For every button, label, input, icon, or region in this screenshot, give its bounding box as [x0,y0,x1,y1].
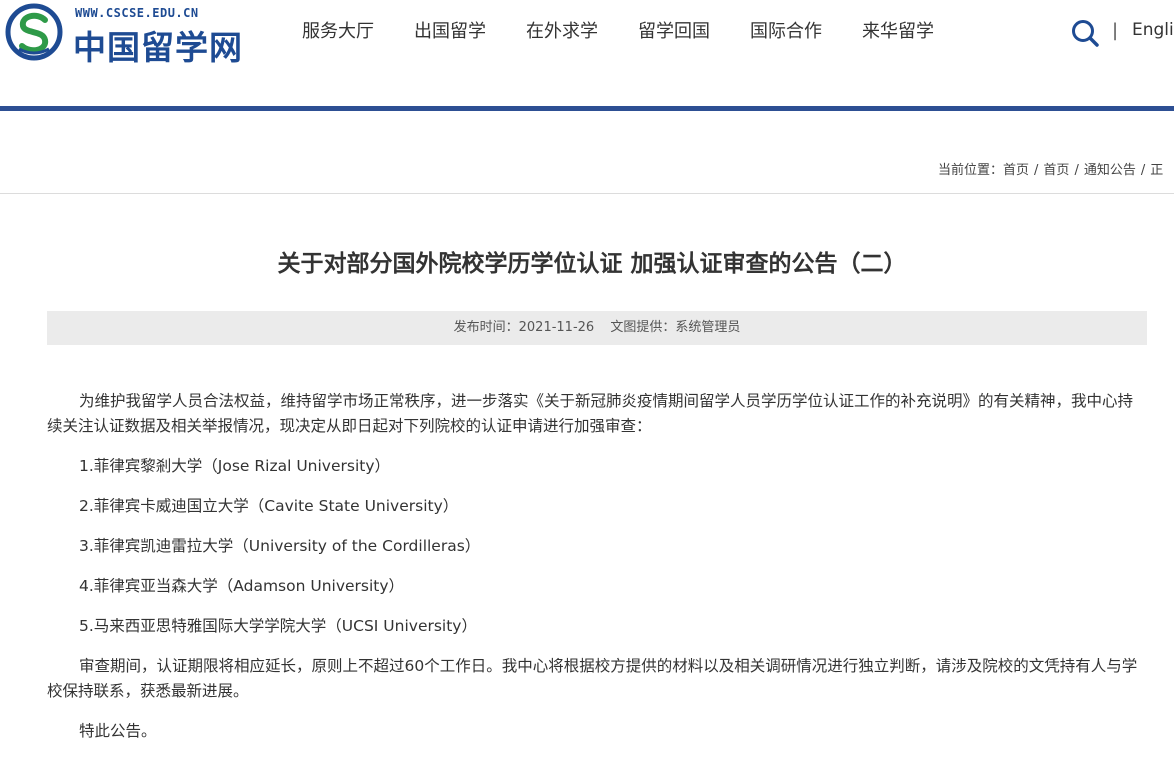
nav-item-return-home[interactable]: 留学回国 [638,19,710,45]
header-divider: | [1112,20,1119,41]
breadcrumb-item-current[interactable]: 正 [1150,163,1163,178]
breadcrumb-area: 当前位置：首页 / 首页 / 通知公告 / 正 [0,111,1174,194]
school-list-item: 2.菲律宾卡威迪国立大学（Cavite State University） [79,497,459,515]
school-list-item: 4.菲律宾亚当森大学（Adamson University） [79,577,405,595]
nav-item-studying-overseas[interactable]: 在外求学 [526,19,598,45]
provider-name: 系统管理员 [675,320,741,335]
cscse-emblem-icon [5,3,63,61]
logo-url-text: WWW.CSCSE.EDU.CN [75,6,199,20]
article-meta-bar: 发布时间：2021-11-26 文图提供：系统管理员 [47,311,1147,345]
provider-info: 文图提供：系统管理员 [610,320,740,335]
publish-date: 2021-11-26 [518,320,595,335]
breadcrumb: 当前位置：首页 / 首页 / 通知公告 / 正 [938,159,1163,178]
school-list-item: 3.菲律宾凯迪雷拉大学（University of the Cordillera… [79,537,481,555]
article-review-paragraph: 审查期间，认证期限将相应延长，原则上不超过60个工作日。我中心将根据校方提供的材… [47,657,1138,700]
article-title: 关于对部分国外院校学历学位认证 加强认证审查的公告（二） [277,251,907,277]
search-icon[interactable] [1070,18,1100,48]
nav-item-study-in-china[interactable]: 来华留学 [862,19,934,45]
language-switch-link[interactable]: English [1132,20,1174,40]
site-logo[interactable]: WWW.CSCSE.EDU.CN 中国留学网 [5,3,242,67]
nav-item-international-cooperation[interactable]: 国际合作 [750,19,822,45]
publish-info: 发布时间：2021-11-26 [454,320,595,335]
breadcrumb-item-home[interactable]: 首页 [1003,163,1029,178]
breadcrumb-separator: / [1034,163,1039,178]
breadcrumb-separator: / [1140,163,1146,178]
nav-item-study-abroad[interactable]: 出国留学 [414,19,486,45]
article-closing: 特此公告。 [79,722,157,740]
main-nav: 服务大厅 出国留学 在外求学 留学回国 国际合作 来华留学 [302,19,974,45]
breadcrumb-item-home-2[interactable]: 首页 [1043,163,1069,178]
provider-label: 文图提供： [610,320,676,335]
school-list-item: 5.马来西亚思特雅国际大学学院大学（UCSI University） [79,617,477,635]
nav-item-service-hall[interactable]: 服务大厅 [302,19,374,45]
site-header: WWW.CSCSE.EDU.CN 中国留学网 服务大厅 出国留学 在外求学 留学… [0,0,1174,67]
publish-label: 发布时间： [453,320,519,335]
article-intro-paragraph: 为维护我留学人员合法权益，维持留学市场正常秩序，进一步落实《关于新冠肺炎疫情期间… [47,392,1134,435]
school-list-item: 1.菲律宾黎剎大学（Jose Rizal University） [79,457,391,475]
breadcrumb-item-notices[interactable]: 通知公告 [1084,163,1136,178]
breadcrumb-separator: / [1074,163,1079,178]
article-body: 为维护我留学人员合法权益，维持留学市场正常秩序，进一步落实《关于新冠肺炎疫情期间… [47,389,1147,759]
logo-name-text: 中国留学网 [73,28,243,67]
breadcrumb-prefix: 当前位置： [938,163,1004,178]
